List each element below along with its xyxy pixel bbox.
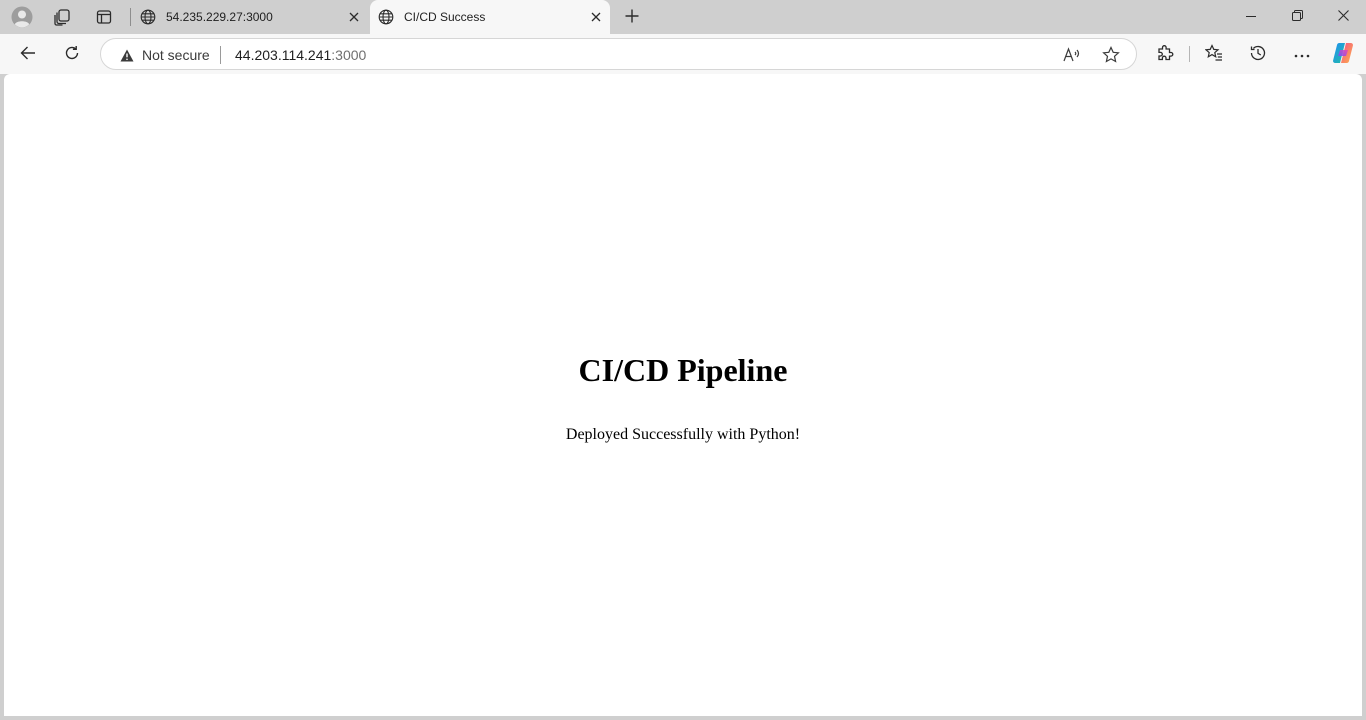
read-aloud-icon[interactable] (1060, 43, 1084, 67)
globe-icon (140, 9, 156, 25)
toolbar-divider (1189, 46, 1190, 62)
more-button[interactable] (1287, 39, 1317, 69)
back-button[interactable] (13, 39, 43, 69)
tab-active[interactable]: CI/CD Success (370, 0, 610, 34)
more-icon (1294, 47, 1310, 61)
url-text[interactable]: 44.203.114.241:3000 (235, 47, 366, 63)
address-divider (220, 46, 221, 64)
close-icon[interactable] (346, 9, 362, 25)
back-arrow-icon (20, 45, 36, 64)
extensions-icon (1156, 44, 1174, 65)
tab-title: 54.235.229.27:3000 (166, 10, 273, 24)
copilot-button[interactable] (1328, 39, 1358, 69)
minimize-icon (1246, 10, 1256, 24)
globe-icon (378, 9, 394, 25)
refresh-button[interactable] (57, 39, 87, 69)
plus-icon (625, 9, 639, 26)
window-close-button[interactable] (1320, 0, 1366, 34)
restore-icon (1291, 10, 1303, 24)
warning-icon[interactable] (119, 47, 135, 63)
workspaces-button[interactable] (48, 4, 76, 30)
url-port: :3000 (331, 47, 367, 63)
tab-actions-button[interactable] (90, 4, 118, 30)
close-icon[interactable] (588, 9, 604, 25)
history-button[interactable] (1243, 39, 1273, 69)
page-message: Deployed Successfully with Python! (565, 426, 801, 443)
restore-button[interactable] (1274, 0, 1320, 34)
tab-strip-divider (130, 8, 131, 26)
url-host: 44.203.114.241 (235, 47, 332, 63)
security-label[interactable]: Not secure (142, 47, 210, 63)
browser-toolbar: Not secure 44.203.114.241:3000 (0, 34, 1366, 74)
favorites-icon (1204, 43, 1223, 65)
profile-button[interactable] (8, 4, 36, 30)
close-icon (1337, 10, 1349, 24)
tab-title: CI/CD Success (404, 10, 486, 24)
page-viewport: CI/CD Pipeline Deployed Successfully wit… (4, 74, 1362, 716)
favorites-button[interactable] (1199, 39, 1229, 69)
minimize-button[interactable] (1228, 0, 1274, 34)
address-bar[interactable]: Not secure 44.203.114.241:3000 (100, 38, 1137, 70)
page-heading: CI/CD Pipeline (578, 352, 788, 388)
workspaces-icon (53, 8, 71, 26)
extensions-button[interactable] (1150, 39, 1180, 69)
tab-strip: 54.235.229.27:3000 CI/CD Success (0, 0, 1366, 34)
tab-actions-icon (96, 9, 112, 25)
history-icon (1249, 44, 1267, 65)
refresh-icon (64, 45, 80, 64)
star-icon[interactable] (1099, 43, 1123, 67)
copilot-icon (1331, 41, 1355, 68)
new-tab-button[interactable] (618, 4, 646, 30)
profile-icon (11, 6, 33, 28)
tab-inactive[interactable]: 54.235.229.27:3000 (132, 0, 368, 34)
